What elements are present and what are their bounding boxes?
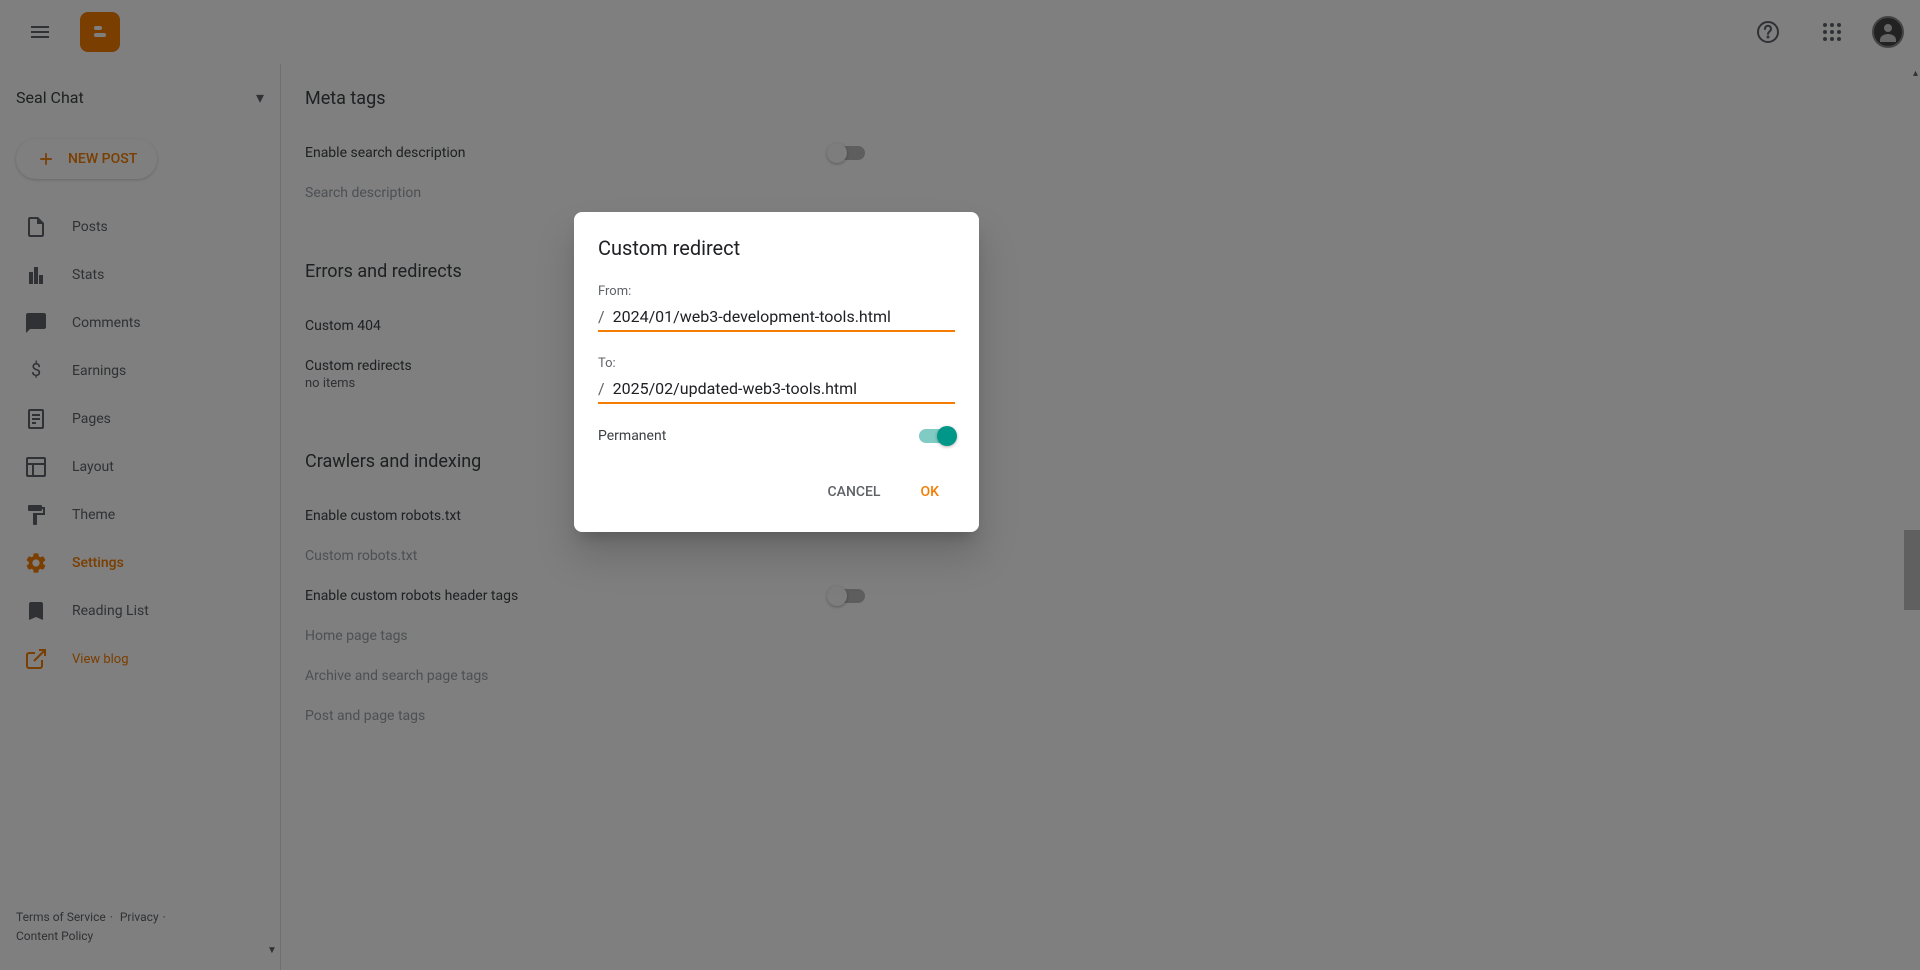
from-label: From: <box>598 284 955 299</box>
custom-redirect-dialog: Custom redirect From: / To: / Permanent … <box>574 212 979 532</box>
to-prefix: / <box>598 379 605 398</box>
cancel-button[interactable]: CANCEL <box>812 476 897 508</box>
ok-button[interactable]: OK <box>905 476 956 508</box>
from-prefix: / <box>598 307 605 326</box>
permanent-label: Permanent <box>598 428 666 444</box>
permanent-toggle[interactable] <box>919 429 955 443</box>
to-label: To: <box>598 356 955 371</box>
from-input[interactable] <box>613 307 955 326</box>
to-input[interactable] <box>613 379 955 398</box>
dialog-title: Custom redirect <box>598 236 955 260</box>
